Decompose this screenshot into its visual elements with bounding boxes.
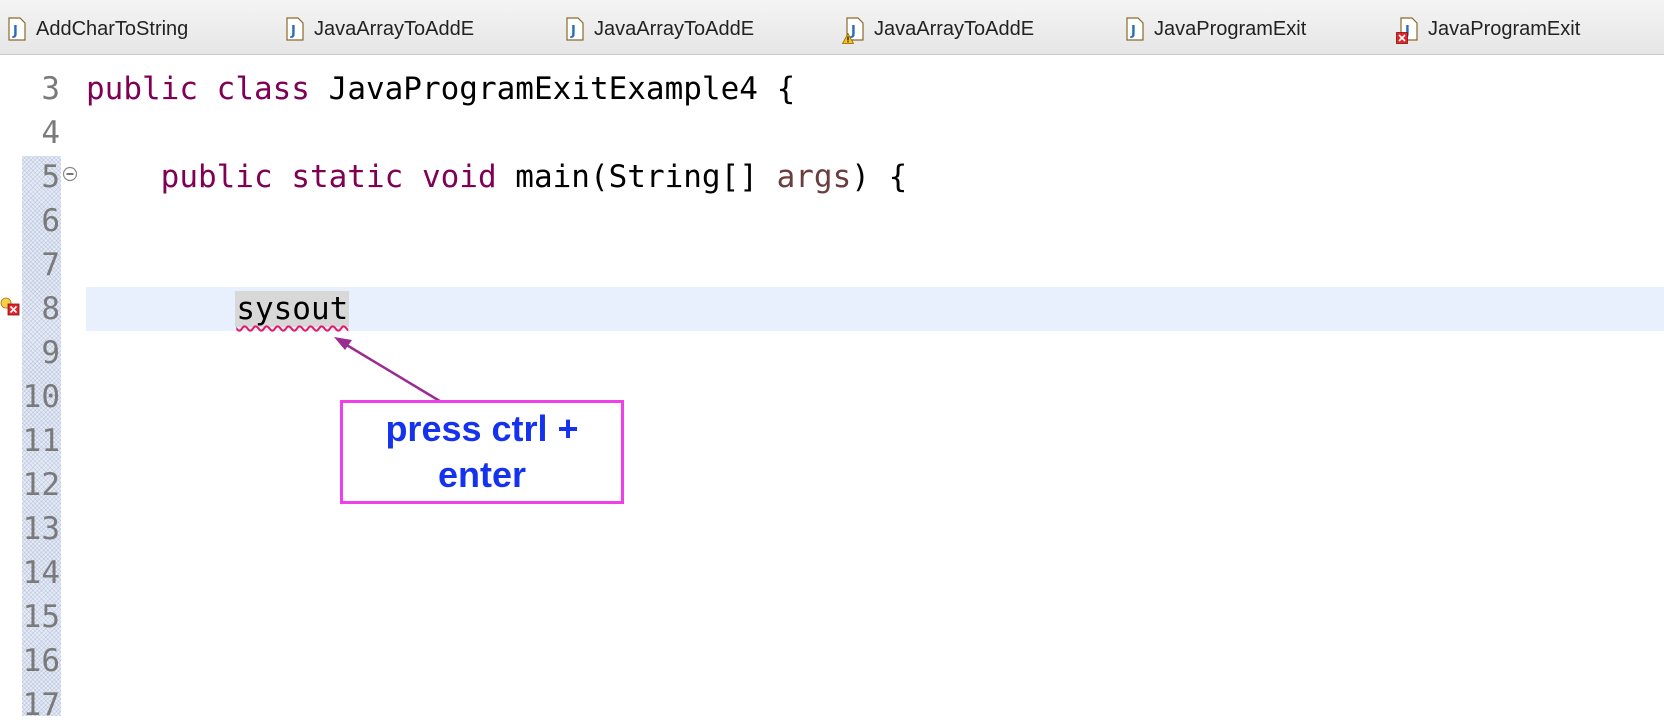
line-number: 7 [41,247,60,283]
svg-text:J: J [290,24,296,39]
code-line-3[interactable]: public class JavaProgramExitExample4 { [86,67,795,111]
keyword: static [291,159,404,195]
svg-text:J: J [570,24,576,39]
line-number: 15 [22,599,60,635]
tab-label: JavaArrayToAddE [874,17,1035,40]
java-file-icon: J [8,17,26,41]
code-text: ) { [851,159,908,195]
tab-label: JavaProgramExit [1428,17,1581,40]
svg-text:J: J [12,24,18,39]
line-number: 6 [41,203,60,239]
keyword: class [216,71,310,107]
tab-label: AddCharToString [36,17,189,40]
java-file-icon: J [1396,17,1418,44]
line-number: 16 [22,643,60,679]
tab-javaprogramexit-2[interactable]: J JavaProgramExit [1396,12,1581,46]
java-file-icon: J [842,17,864,44]
keyword: void [421,159,497,195]
editor-tab-bar: J AddCharToString J JavaArrayToAddE J Ja… [0,0,1664,55]
tab-addchartostring[interactable]: J AddCharToString [8,12,188,46]
quickfix-error-icon[interactable] [0,297,22,317]
parameter-name: args [776,159,852,195]
tab-javaprogramexit-1[interactable]: J JavaProgramExit [1126,12,1306,46]
annotation-callout: press ctrl + enter [340,400,624,504]
line-number: 11 [22,423,60,459]
line-number: 10 [22,379,60,415]
line-number: 5 [41,159,60,195]
line-number: 9 [41,335,60,371]
svg-text:J: J [1130,24,1136,39]
tab-javaarraytoadde-1[interactable]: J JavaArrayToAddE [286,12,474,46]
annotation-line-1: press ctrl + [385,408,579,449]
code-line-8[interactable]: sysout [86,287,350,331]
collapse-fold-icon[interactable] [62,166,78,182]
code-line-5[interactable]: public static void main(String[] args) { [86,155,908,199]
tab-label: JavaProgramExit [1154,17,1307,40]
tab-javaarraytoadde-2[interactable]: J JavaArrayToAddE [566,12,754,46]
java-file-icon: J [1126,17,1144,41]
tab-label: JavaArrayToAddE [314,17,475,40]
tab-label: JavaArrayToAddE [594,17,755,40]
line-number: 13 [22,511,60,547]
line-number: 12 [22,467,60,503]
tab-javaarraytoadde-3[interactable]: J JavaArrayToAddE [842,12,1035,46]
warning-icon [842,33,854,44]
error-icon [1396,32,1408,44]
keyword: public [160,159,273,195]
line-number: 17 [22,687,60,723]
code-text: JavaProgramExitExample4 { [328,71,796,107]
java-file-icon: J [286,17,304,41]
keyword: public [86,71,198,107]
line-number: 4 [41,115,60,151]
java-file-icon: J [566,17,584,41]
sysout-error-token[interactable]: sysout [235,291,350,327]
line-number: 14 [22,555,60,591]
annotation-line-2: enter [437,454,527,495]
line-number: 3 [41,71,60,107]
method-signature: main(String[] [515,159,777,195]
